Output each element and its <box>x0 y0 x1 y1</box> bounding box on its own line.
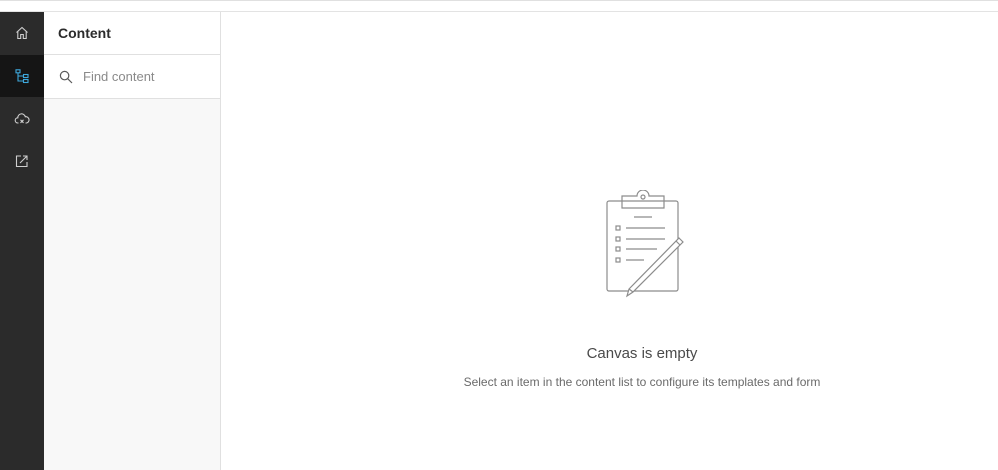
export-icon <box>15 155 28 168</box>
app-window: Content Canvas is empty <box>0 0 998 470</box>
empty-state-title: Canvas is empty <box>586 345 698 362</box>
rail-home-button[interactable] <box>0 12 44 54</box>
cloud-icon <box>14 113 30 124</box>
canvas-area: Canvas is empty Select an item in the co… <box>221 12 998 470</box>
search-box <box>44 55 220 99</box>
rail-cloud-button[interactable] <box>0 98 44 140</box>
search-input[interactable] <box>83 61 213 92</box>
search-icon <box>59 70 73 83</box>
clipboard-pencil-icon <box>606 190 684 298</box>
rail-content-button[interactable] <box>0 55 44 97</box>
empty-state-message: Select an item in the content list to co… <box>463 375 821 389</box>
top-bar <box>0 1 998 12</box>
content-panel: Content <box>44 12 221 470</box>
rail-export-button[interactable] <box>0 140 44 182</box>
panel-title: Content <box>44 12 220 55</box>
side-rail <box>0 12 44 470</box>
home-icon <box>16 26 28 40</box>
content-tree-icon <box>15 69 29 84</box>
